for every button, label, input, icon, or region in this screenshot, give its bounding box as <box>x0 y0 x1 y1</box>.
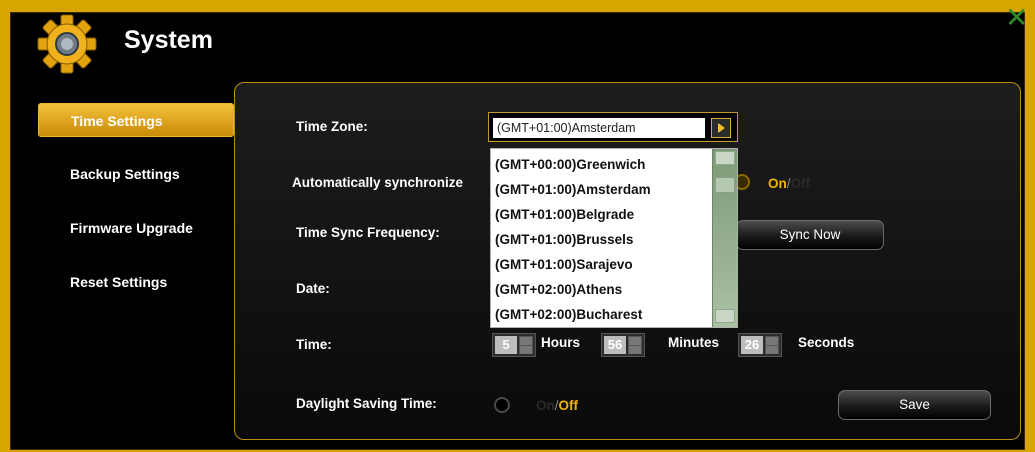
hours-value[interactable]: 5 <box>495 336 517 354</box>
seconds-stepper[interactable]: 26 <box>738 333 782 357</box>
close-icon[interactable]: ✕ <box>1005 4 1035 34</box>
hours-stepper-buttons[interactable] <box>519 336 533 354</box>
dropdown-scrollbar[interactable] <box>712 149 737 327</box>
minutes-unit: Minutes <box>668 335 720 350</box>
time-zone-value: (GMT+01:00)Amsterdam <box>493 118 705 138</box>
seconds-unit: Seconds <box>798 335 855 350</box>
gear-icon <box>37 14 97 74</box>
time-zone-select[interactable]: (GMT+01:00)Amsterdam <box>488 112 738 142</box>
time-zone-label: Time Zone: <box>296 119 368 134</box>
time-zone-option[interactable]: (GMT+01:00)Belgrade <box>495 202 710 227</box>
minutes-stepper[interactable]: 56 <box>601 333 645 357</box>
time-zone-option[interactable]: (GMT+02:00)Athens <box>495 277 710 302</box>
minutes-stepper-buttons[interactable] <box>628 336 642 354</box>
date-label: Date: <box>296 281 330 296</box>
minutes-value[interactable]: 56 <box>604 336 626 354</box>
sidebar-item-firmware-upgrade[interactable]: Firmware Upgrade <box>38 211 234 245</box>
sidebar-item-reset-settings[interactable]: Reset Settings <box>38 265 234 299</box>
sync-now-button[interactable]: Sync Now <box>736 220 884 250</box>
dropdown-arrow-icon[interactable] <box>711 118 731 138</box>
auto-sync-on: On <box>768 176 787 191</box>
hours-stepper[interactable]: 5 <box>492 333 536 357</box>
sync-frequency-label: Time Sync Frequency: <box>296 225 440 240</box>
scroll-down-icon[interactable] <box>715 309 735 323</box>
hours-unit: Hours <box>541 335 581 350</box>
time-zone-option[interactable]: (GMT+01:00)Sarajevo <box>495 252 710 277</box>
auto-sync-off: Off <box>790 176 811 191</box>
scroll-up-icon[interactable] <box>715 151 735 165</box>
time-zone-option[interactable]: (GMT+01:00)Brussels <box>495 227 710 252</box>
time-zone-option[interactable]: (GMT+00:00)Greenwich <box>495 152 710 177</box>
scroll-thumb[interactable] <box>715 177 735 193</box>
seconds-stepper-buttons[interactable] <box>765 336 779 354</box>
seconds-value[interactable]: 26 <box>741 336 763 354</box>
time-zone-dropdown-list[interactable]: (GMT+00:00)Greenwich (GMT+01:00)Amsterda… <box>490 148 738 328</box>
page-title: System <box>124 26 213 54</box>
time-label: Time: <box>296 337 332 352</box>
time-zone-option[interactable]: (GMT+02:00)Bucharest <box>495 302 710 327</box>
dst-toggle[interactable]: On/Off <box>536 398 578 413</box>
auto-sync-label: Automatically synchronize <box>292 175 464 190</box>
save-button[interactable]: Save <box>838 390 991 420</box>
sidebar-item-time-settings[interactable]: Time Settings <box>38 103 234 137</box>
dst-on: On <box>536 398 555 413</box>
time-zone-option[interactable]: (GMT+01:00)Amsterdam <box>495 177 710 202</box>
dst-label: Daylight Saving Time: <box>296 396 437 411</box>
sidebar-item-backup-settings[interactable]: Backup Settings <box>38 157 234 191</box>
dst-radio[interactable] <box>494 397 510 413</box>
auto-sync-toggle[interactable]: On/Off <box>768 176 810 191</box>
dst-off: Off <box>558 398 579 413</box>
